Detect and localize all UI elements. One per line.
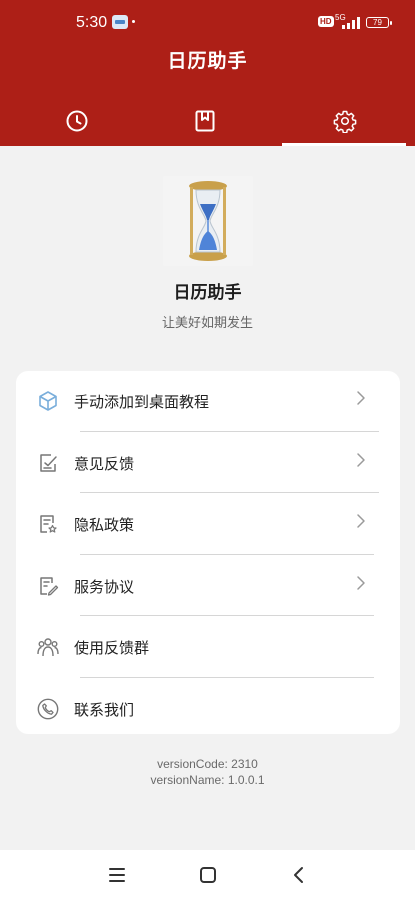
app-header: 5:30 HD 5G 79 日历助手 [0,0,415,146]
divider [80,554,374,555]
menu-item-privacy-policy[interactable]: 隐私政策 [16,494,400,556]
agreement-document-icon [40,577,59,596]
privacy-document-icon [40,515,57,533]
tab-bar [0,96,415,146]
notification-dot [132,20,135,23]
app-slogan: 让美好如期发生 [161,316,253,331]
menu-item-add-to-desktop[interactable]: 手动添加到桌面教程 [16,371,400,433]
version-info: versionCode: 2310 versionName: 1.0.0.1 [0,756,415,788]
menu-item-label: 隐私政策 [74,516,135,534]
menu-item-label: 服务协议 [74,578,135,596]
menu-item-label: 使用反馈群 [74,639,150,657]
app-name: 日历助手 [173,283,242,303]
chevron-right-icon [357,391,365,405]
chevron-right-icon [357,453,365,467]
menu-item-service-agreement[interactable]: 服务协议 [16,556,400,618]
system-navigation-bar [0,850,415,900]
back-icon[interactable] [287,863,311,887]
hourglass-logo [163,176,253,266]
menu-item-label: 联系我们 [74,701,135,719]
cube-icon [39,391,57,411]
version-code: versionCode: 2310 [157,757,258,771]
mail-notification-icon [112,15,128,29]
phone-icon [37,698,59,720]
group-icon [37,638,59,657]
divider [80,431,379,432]
divider [80,492,379,493]
settings-menu: 手动添加到桌面教程 意见反馈 隐私政策 服务协议 使用反馈群 联系我们 [16,371,400,734]
menu-item-label: 意见反馈 [74,455,135,473]
chevron-right-icon [357,576,365,590]
tab-settings[interactable] [276,96,414,146]
clock-icon [66,110,88,132]
bookmark-icon [195,110,215,132]
gear-icon [333,110,357,133]
page-title: 日历助手 [167,50,248,72]
home-icon[interactable] [196,863,220,887]
status-time: 5:30 [76,14,108,31]
menu-item-label: 手动添加到桌面教程 [74,393,210,411]
chevron-right-icon [357,514,365,528]
edit-note-icon [40,454,57,472]
divider [80,677,374,678]
version-name: versionName: 1.0.0.1 [150,773,265,787]
hd-badge: HD [318,16,334,27]
tab-bookmark[interactable] [136,96,274,146]
signal-icon [337,17,361,29]
tab-clock[interactable] [8,96,146,146]
menu-item-feedback-group[interactable]: 使用反馈群 [16,617,400,679]
menu-item-feedback[interactable]: 意见反馈 [16,433,400,495]
status-bar: 5:30 HD 5G 79 [0,0,415,44]
menu-item-contact-us[interactable]: 联系我们 [16,679,400,741]
menu-icon[interactable] [105,863,129,887]
divider [80,615,374,616]
battery-icon: 79 [366,17,392,28]
